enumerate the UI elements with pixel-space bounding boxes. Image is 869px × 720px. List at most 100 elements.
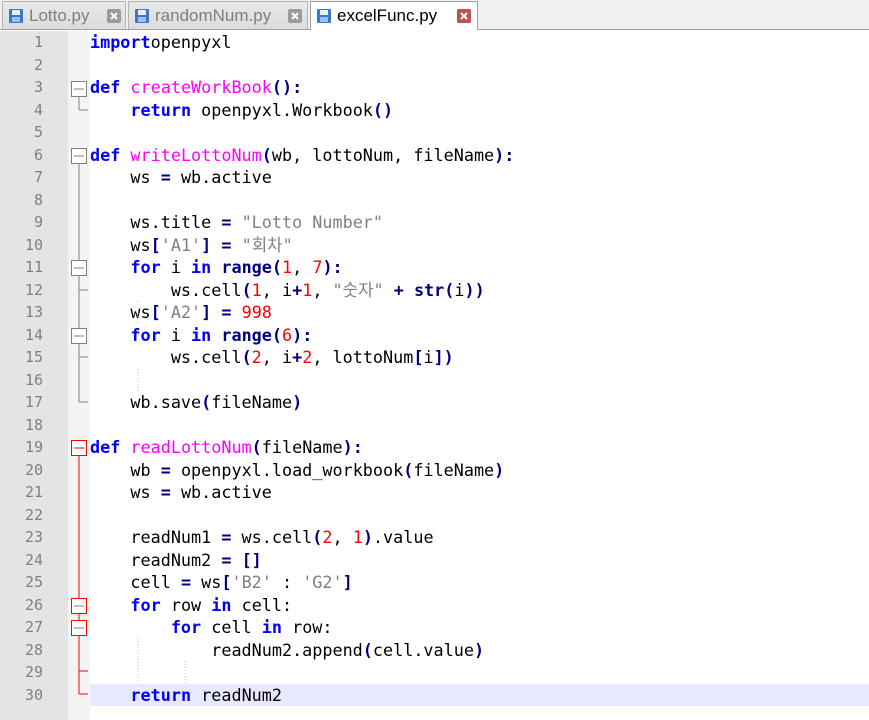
code-line[interactable]: 16 <box>0 369 869 392</box>
tab-randomnum-py[interactable]: randomNum.py <box>128 1 308 29</box>
code-text[interactable]: ws.title = "Lotto Number" <box>90 211 869 234</box>
code-token: return <box>130 684 192 705</box>
code-line[interactable]: 3 def createWorkBook(): <box>0 76 869 99</box>
close-icon[interactable] <box>106 8 122 24</box>
code-text[interactable]: ws.cell(1, i+1, "숫자" + str(i)) <box>90 279 869 302</box>
code-text[interactable]: ws['A1'] = "회차" <box>90 234 869 257</box>
code-line[interactable]: 20 wb = openpyxl.load_workbook(fileName) <box>0 459 869 482</box>
line-number: 17 <box>24 393 43 411</box>
code-token: ] <box>201 302 212 322</box>
code-text[interactable]: ws['A2'] = 998 <box>90 301 869 324</box>
code-line[interactable]: 19 def readLottoNum(fileName): <box>0 436 869 459</box>
code-token: 2 <box>322 527 333 547</box>
code-line[interactable]: 26 for row in cell: <box>0 594 869 617</box>
code-line[interactable]: 6 def writeLottoNum(wb, lottoNum, fileNam… <box>0 144 869 167</box>
code-token: wb.active <box>170 167 272 187</box>
code-text[interactable]: def readLottoNum(fileName): <box>90 436 869 459</box>
code-line[interactable]: 17 wb.save(fileName) <box>0 391 869 414</box>
fold-toggle-line-14[interactable] <box>71 328 87 344</box>
code-text[interactable]: return openpyxl.Workbook() <box>90 99 869 122</box>
code-line[interactable]: 30 return readNum2 <box>0 683 869 706</box>
code-line[interactable]: 10 ws['A1'] = "회차" <box>0 234 869 257</box>
code-text[interactable] <box>90 369 869 392</box>
code-text[interactable] <box>90 121 869 144</box>
code-token: ( <box>271 257 283 277</box>
fold-toggle-line-26[interactable] <box>71 598 87 614</box>
fold-toggle-line-11[interactable] <box>71 260 87 276</box>
code-token: def <box>90 144 121 165</box>
code-token: wb <box>90 459 161 480</box>
code-line[interactable]: 21 ws = wb.active <box>0 481 869 504</box>
fold-toggle-line-27[interactable] <box>71 620 87 636</box>
line-number: 20 <box>24 460 43 479</box>
code-text[interactable]: ws = wb.active <box>90 166 869 189</box>
code-line[interactable]: 18 <box>0 414 869 437</box>
code-token: = <box>221 549 232 570</box>
code-line[interactable]: 7 ws = wb.active <box>0 166 869 189</box>
code-text[interactable]: for cell in row: <box>90 616 869 639</box>
code-line[interactable]: 15 ws.cell(2, i+2, lottoNum[i]) <box>0 346 869 369</box>
tab-excelfunc-py[interactable]: excelFunc.py <box>310 1 478 30</box>
code-text[interactable]: cell = ws['B2' : 'G2'] <box>90 571 869 594</box>
fold-toggle-line-3[interactable] <box>71 81 87 97</box>
code-text[interactable] <box>90 414 869 437</box>
code-text[interactable]: for row in cell: <box>90 594 869 617</box>
line-number: 26 <box>24 595 43 614</box>
code-text[interactable]: for i in range(6): <box>90 324 869 347</box>
code-line[interactable]: 11 for i in range(1, 7): <box>0 256 869 279</box>
fold-toggle-line-19[interactable] <box>71 440 87 456</box>
line-number: 8 <box>33 190 43 209</box>
code-token: cell.value <box>372 639 474 660</box>
code-line[interactable]: 1 importopenpyxl <box>0 31 869 54</box>
code-text[interactable]: readNum1 = ws.cell(2, 1).value <box>90 526 869 549</box>
code-text[interactable]: importopenpyxl <box>90 31 869 54</box>
line-number: 3 <box>33 78 43 96</box>
code-text[interactable]: wb.save(fileName) <box>90 391 869 414</box>
code-text[interactable]: def writeLottoNum(wb, lottoNum, fileName… <box>90 144 869 167</box>
code-text[interactable]: for i in range(1, 7): <box>90 256 869 279</box>
code-line[interactable]: 8 <box>0 189 869 212</box>
code-text[interactable]: wb = openpyxl.load_workbook(fileName) <box>90 459 869 482</box>
code-text[interactable]: ws = wb.active <box>90 481 869 504</box>
code-text[interactable]: ws.cell(2, i+2, lottoNum[i]) <box>90 346 869 369</box>
code-line[interactable]: 28 readNum2.append(cell.value) <box>0 639 869 662</box>
code-text[interactable] <box>90 54 869 77</box>
code-token: .value <box>372 527 434 547</box>
tab-bar: Lotto.py randomNum.py excelFunc.py <box>0 0 869 30</box>
code-line[interactable]: 23 readNum1 = ws.cell(2, 1).value <box>0 526 869 549</box>
code-line[interactable]: 22 <box>0 504 869 527</box>
code-token: 'G2' <box>302 572 343 592</box>
code-token: openpyxl.Workbook <box>191 99 373 120</box>
code-token: ws.cell <box>90 347 242 367</box>
code-line[interactable]: 12 ws.cell(1, i+1, "숫자" + str(i)) <box>0 279 869 302</box>
line-number: 23 <box>24 528 43 546</box>
code-line[interactable]: 24 readNum2 = [] <box>0 549 869 572</box>
code-text[interactable] <box>90 661 869 684</box>
code-line[interactable]: 27 for cell in row: <box>0 616 869 639</box>
fold-toggle-line-6[interactable] <box>71 148 87 164</box>
code-token: , i <box>261 347 293 367</box>
code-text[interactable]: readNum2.append(cell.value) <box>90 639 869 662</box>
code-line[interactable]: 9 ws.title = "Lotto Number" <box>0 211 869 234</box>
code-text[interactable]: readNum2 = [] <box>90 549 869 572</box>
code-line[interactable]: 13 ws['A2'] = 998 <box>0 301 869 324</box>
code-text[interactable]: return readNum2 <box>90 683 869 706</box>
code-text[interactable] <box>90 504 869 527</box>
close-icon[interactable] <box>456 8 472 24</box>
code-token: i <box>160 257 192 277</box>
code-line[interactable]: 2 <box>0 54 869 77</box>
code-line[interactable]: 14 for i in range(6): <box>0 324 869 347</box>
code-line[interactable]: 4 return openpyxl.Workbook() <box>0 99 869 122</box>
code-line[interactable]: 29 <box>0 661 869 684</box>
code-line[interactable]: 25 cell = ws['B2' : 'G2'] <box>0 571 869 594</box>
close-icon[interactable] <box>287 8 303 24</box>
code-text[interactable]: def createWorkBook(): <box>90 76 869 99</box>
code-text[interactable] <box>90 189 869 212</box>
code-editor[interactable]: 1 importopenpyxl 2 3 def createWorkBook(): 4 … <box>0 31 869 720</box>
tab-lotto-py[interactable]: Lotto.py <box>2 1 126 29</box>
code-line[interactable]: 5 <box>0 121 869 144</box>
code-token: ) <box>494 459 505 480</box>
line-number: 27 <box>24 618 43 636</box>
